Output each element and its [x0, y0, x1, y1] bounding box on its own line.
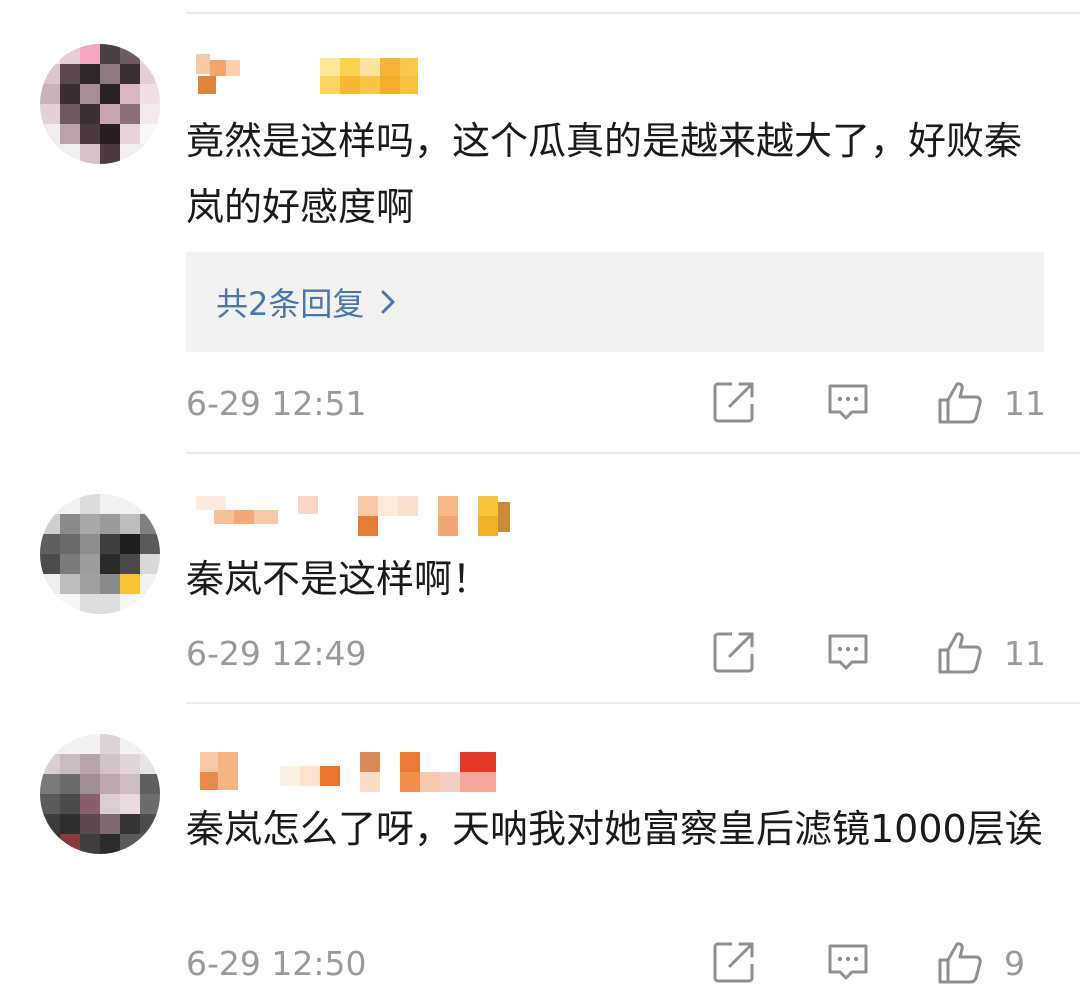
timestamp: 6-29 12:49	[186, 634, 367, 673]
divider	[186, 702, 1080, 704]
comment-icon	[826, 380, 870, 424]
like-button[interactable]	[936, 630, 984, 676]
timestamp: 6-29 12:51	[186, 384, 367, 423]
avatar-pixelated[interactable]	[40, 734, 160, 854]
replies-link[interactable]: 共2条回复	[216, 279, 396, 325]
avatar-pixelated[interactable]	[40, 44, 160, 164]
share-button[interactable]	[712, 940, 756, 984]
chevron-right-icon	[380, 288, 396, 316]
username-pixelated[interactable]	[196, 492, 526, 536]
like-button[interactable]	[936, 380, 984, 426]
thumbs-up-icon	[936, 380, 984, 426]
share-icon	[712, 630, 756, 674]
timestamp: 6-29 12:50	[186, 944, 367, 983]
comment-text: 竟然是这样吗，这个瓜真的是越来越大了，好败秦岚的好感度啊	[186, 119, 1023, 229]
thumbs-up-icon	[936, 630, 984, 676]
comment-meta: 6-29 12:50 9	[186, 940, 1044, 990]
comment-text: 秦岚怎么了呀，天呐我对她富察皇后滤镜1000层诶	[186, 807, 1043, 851]
comment-button[interactable]	[826, 940, 870, 984]
username-pixelated[interactable]	[196, 52, 426, 96]
share-icon	[712, 940, 756, 984]
divider	[186, 452, 1080, 454]
comment-icon	[826, 940, 870, 984]
comment-text: 秦岚不是这样啊！	[186, 557, 491, 601]
share-icon	[712, 380, 756, 424]
comment-button[interactable]	[826, 380, 870, 424]
like-count: 9	[1004, 944, 1025, 983]
view-replies-button[interactable]: 共2条回复	[186, 252, 1044, 352]
share-button[interactable]	[712, 630, 756, 674]
comment-meta: 6-29 12:51 11	[186, 380, 1046, 430]
comment-icon	[826, 630, 870, 674]
divider-top	[186, 12, 1080, 14]
comment-meta: 6-29 12:49 11	[186, 630, 1046, 680]
share-button[interactable]	[712, 380, 756, 424]
thumbs-up-icon	[936, 940, 984, 986]
avatar-pixelated[interactable]	[40, 494, 160, 614]
like-count: 11	[1004, 634, 1046, 673]
like-count: 11	[1004, 384, 1046, 423]
comment-button[interactable]	[826, 630, 870, 674]
like-button[interactable]	[936, 940, 984, 986]
username-pixelated[interactable]	[196, 748, 506, 792]
replies-count-label: 共2条回复	[216, 285, 365, 323]
